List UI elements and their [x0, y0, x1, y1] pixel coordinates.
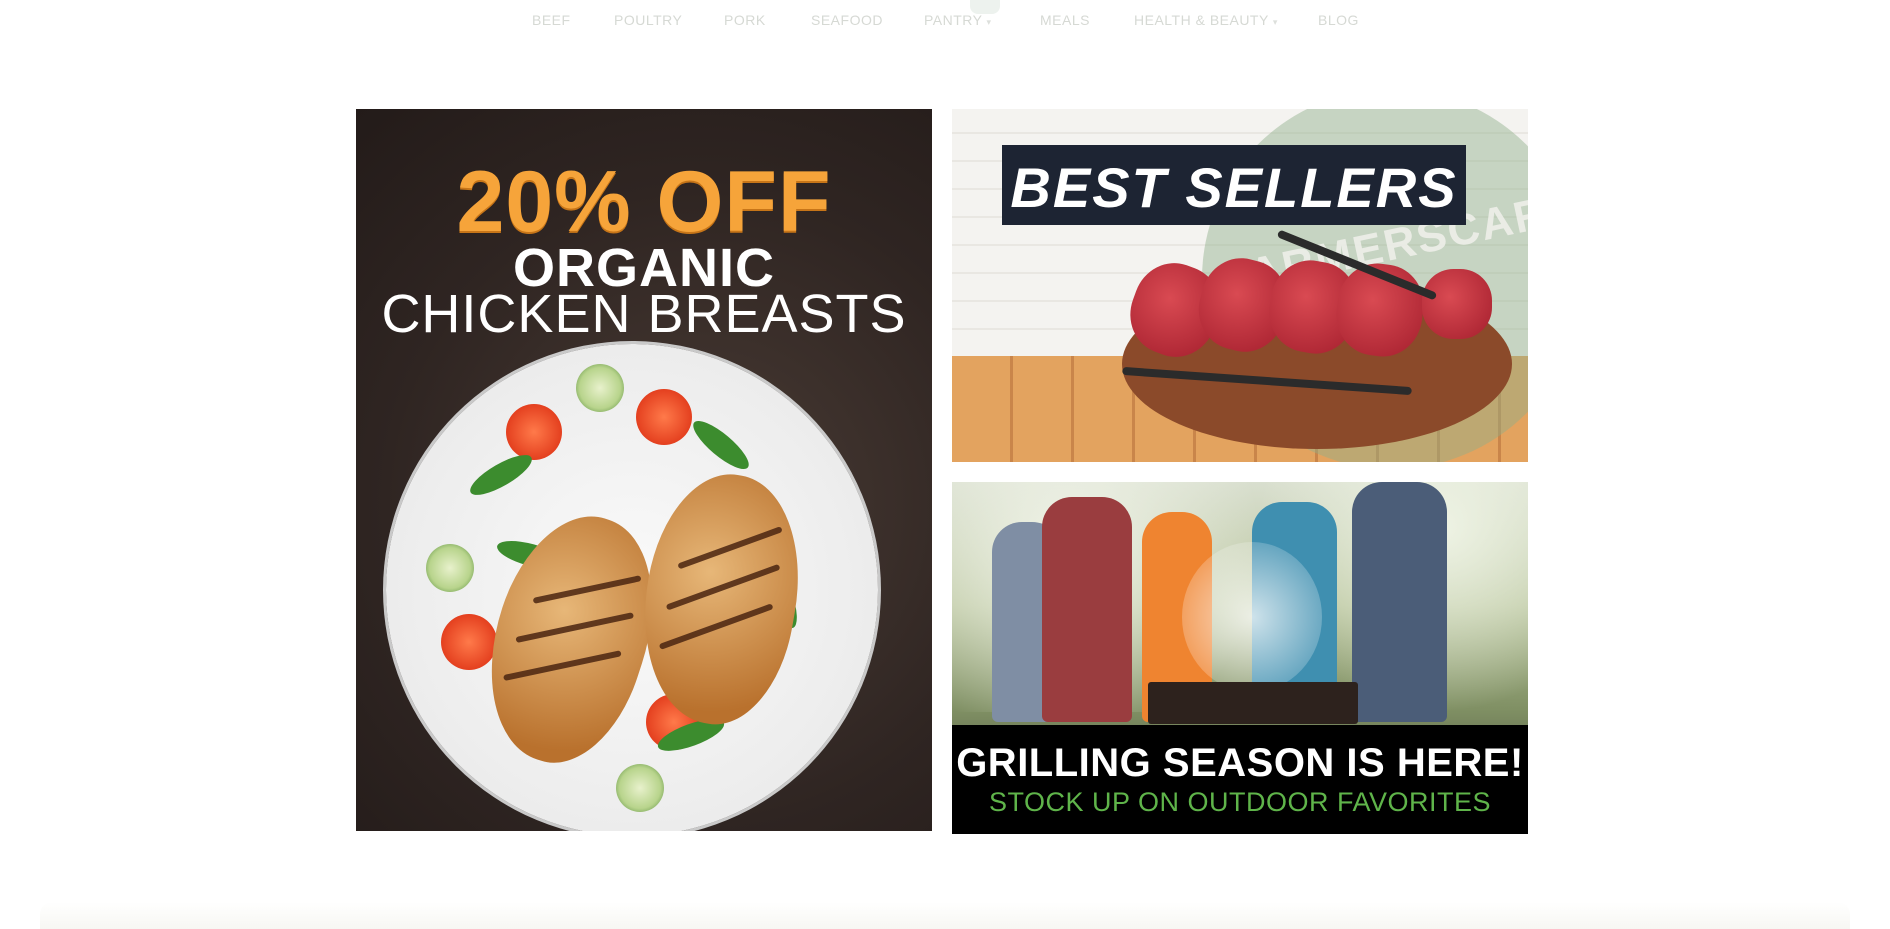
- nav-item-seafood[interactable]: SEAFOOD: [811, 12, 883, 28]
- chevron-down-icon: ▾: [1272, 17, 1278, 27]
- person-image: [1042, 497, 1132, 722]
- best-sellers-title-box: BEST SELLERS: [1002, 145, 1466, 225]
- footer-edge: [40, 902, 1850, 929]
- nav-item-health-beauty[interactable]: HEALTH & BEAUTY ▾: [1134, 12, 1278, 28]
- nav-item-meals[interactable]: MEALS: [1040, 12, 1090, 28]
- nav-item-blog[interactable]: BLOG: [1318, 12, 1359, 28]
- smoke-image: [1182, 542, 1322, 692]
- chicken-promo-banner[interactable]: 20% OFF ORGANIC CHICKEN BREASTS: [356, 109, 932, 831]
- grill-image: [1148, 682, 1358, 724]
- nav-item-poultry[interactable]: POULTRY: [614, 12, 682, 28]
- nav-item-pork[interactable]: PORK: [724, 12, 766, 28]
- steak-image: [1422, 269, 1492, 339]
- plate-image: [386, 344, 878, 831]
- nav-item-pantry-label: PANTRY: [924, 12, 983, 28]
- best-sellers-title: BEST SELLERS: [1010, 156, 1458, 219]
- grilling-subline: STOCK UP ON OUTDOOR FAVORITES: [988, 787, 1492, 817]
- grilling-headline: GRILLING SEASON IS HERE!: [956, 741, 1524, 785]
- chevron-down-icon: ▾: [986, 17, 992, 27]
- nav-item-pantry[interactable]: PANTRY ▾: [924, 12, 992, 28]
- grilling-season-banner[interactable]: GRILLING SEASON IS HERE! STOCK UP ON OUT…: [952, 482, 1528, 834]
- top-nav: BEEF POULTRY PORK SEAFOOD PANTRY ▾ MEALS …: [0, 0, 1890, 44]
- nav-item-health-beauty-label: HEALTH & BEAUTY: [1134, 12, 1269, 28]
- person-image: [1352, 482, 1447, 722]
- promo-line-product: CHICKEN BREASTS: [381, 284, 907, 344]
- nav-item-beef[interactable]: BEEF: [532, 12, 571, 28]
- best-sellers-banner[interactable]: FARMERSCART BEST SELLERS: [952, 109, 1528, 462]
